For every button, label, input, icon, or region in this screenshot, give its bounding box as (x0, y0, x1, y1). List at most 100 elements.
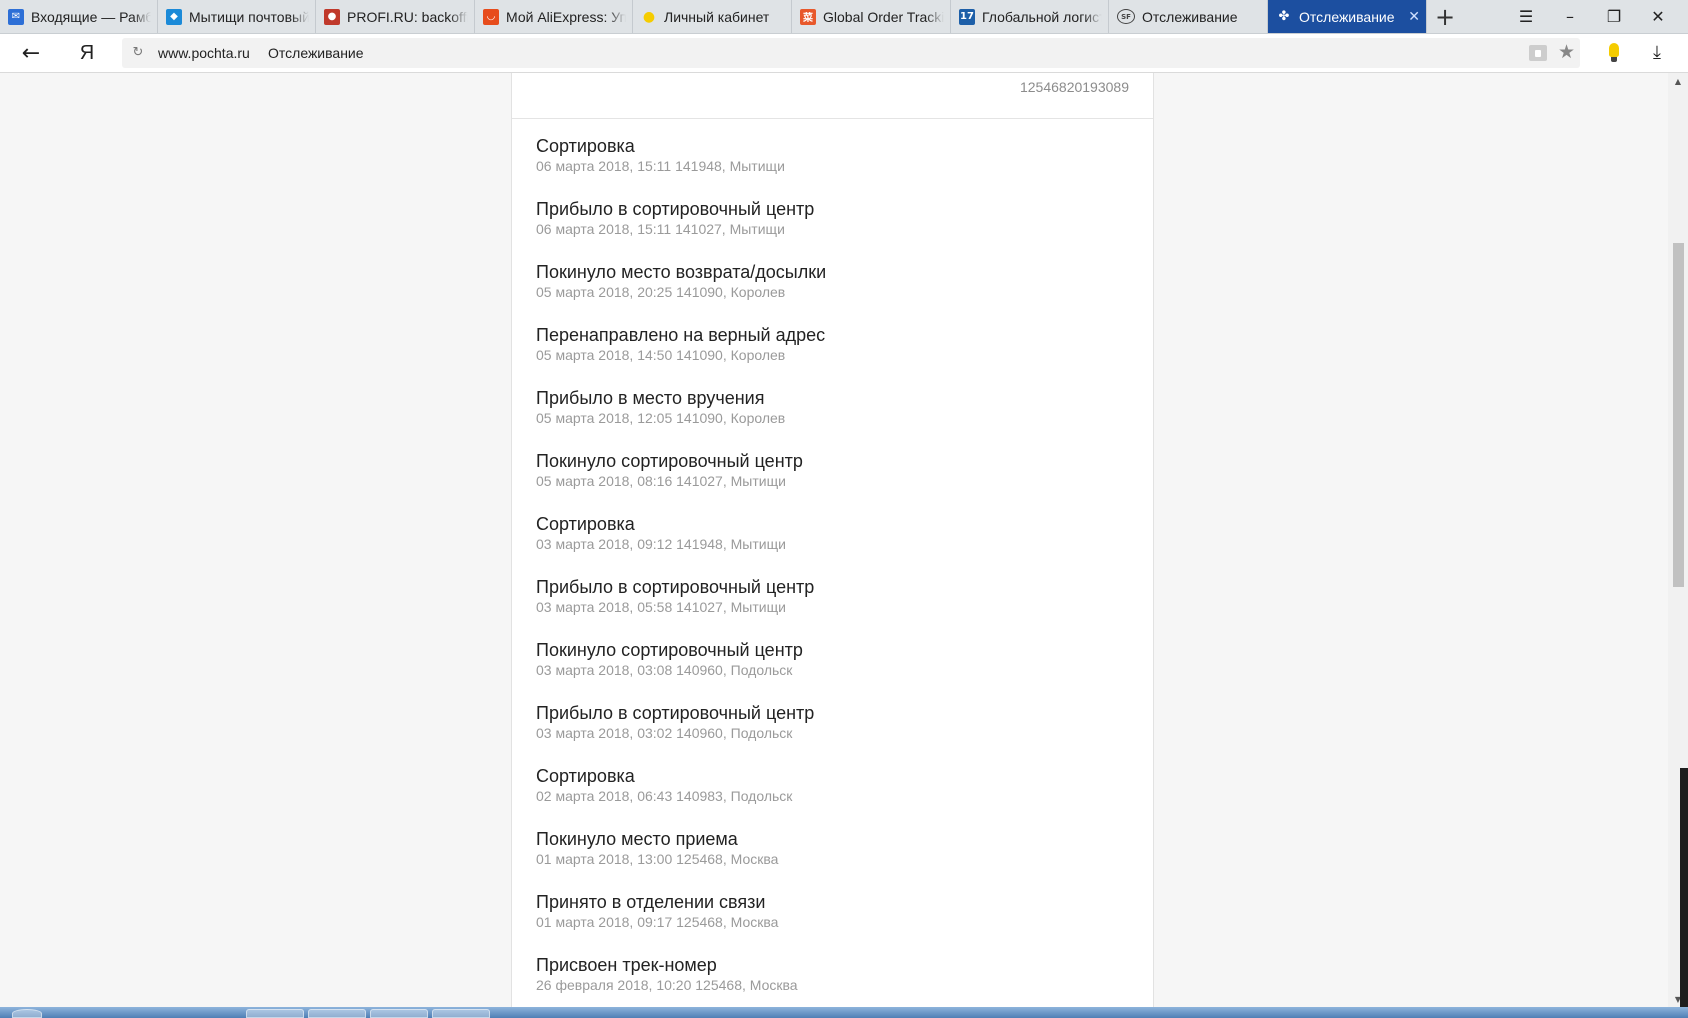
tab-tracking-pochta[interactable]: ✤ Отслеживание ✕ (1268, 0, 1427, 33)
taskbar-button[interactable] (246, 1009, 304, 1018)
close-window-icon[interactable]: ✕ (1636, 0, 1680, 33)
bulb-icon: ● (642, 8, 656, 25)
tab-mytishchi-index[interactable]: ◆ Мытищи почтовый индекс (158, 0, 316, 33)
tab-label: Отслеживание (1142, 8, 1238, 25)
sf-icon: SF (1117, 9, 1135, 24)
event-meta: 05 марта 2018, 12:05 141090, Королев (536, 410, 786, 426)
address-bar[interactable]: ↻ www.pochta.ru Отслеживание ★ (122, 38, 1580, 68)
event-title: Покинуло место приема (536, 829, 738, 849)
tab-label: Глобальной логистики (982, 8, 1102, 25)
event-meta: 03 марта 2018, 05:58 141027, Мытищи (536, 599, 786, 615)
page-viewport: 12546820193089 Сортировка 06 марта 2018,… (0, 73, 1668, 1007)
event-title: Прибыло в сортировочный центр (536, 577, 815, 597)
menu-icon[interactable]: ☰ (1504, 0, 1548, 33)
taskbar-button[interactable] (370, 1009, 428, 1018)
tracking-card: 12546820193089 Сортировка 06 марта 2018,… (511, 73, 1154, 1007)
history-item: Присвоен трек-номер 26 февраля 2018, 10:… (536, 954, 1136, 1007)
tab-label: Мой AliExpress: Управление (506, 8, 626, 25)
event-meta: 03 марта 2018, 03:08 140960, Подольск (536, 662, 793, 678)
tab-aliexpress[interactable]: ◡ Мой AliExpress: Управление (475, 0, 633, 33)
new-tab-icon[interactable]: + (1432, 0, 1458, 33)
event-title: Сортировка (536, 766, 635, 786)
tracking-history: Сортировка 06 марта 2018, 15:11 141948, … (536, 135, 1136, 1007)
event-meta: 26 февраля 2018, 10:20 125468, Москва (536, 977, 798, 993)
os-taskbar (0, 1007, 1688, 1018)
history-item: Сортировка 02 марта 2018, 06:43 140983, … (536, 765, 1136, 828)
history-item: Покинуло место приема 01 марта 2018, 13:… (536, 828, 1136, 891)
event-title: Прибыло в сортировочный центр (536, 703, 815, 723)
tab-label: Отслеживание (1299, 8, 1395, 25)
history-item: Покинуло место возврата/досылки 05 марта… (536, 261, 1136, 324)
history-item: Сортировка 06 марта 2018, 15:11 141948, … (536, 135, 1136, 198)
yandex-icon[interactable]: Я (74, 40, 100, 66)
download-icon[interactable]: ⤓ (1646, 39, 1668, 65)
event-meta: 06 марта 2018, 15:11 141027, Мытищи (536, 221, 785, 237)
history-item: Сортировка 03 марта 2018, 09:12 141948, … (536, 513, 1136, 576)
taskbar-button[interactable] (12, 1009, 42, 1018)
event-title: Покинуло место возврата/досылки (536, 262, 827, 282)
mail-icon: ✉ (8, 8, 24, 25)
url-page-title: Отслеживание (268, 45, 364, 61)
tab-tracking-sf[interactable]: SF Отслеживание (1109, 0, 1268, 33)
back-arrow-icon[interactable]: ← (18, 40, 44, 66)
event-title: Покинуло сортировочный центр (536, 640, 803, 660)
reload-icon[interactable]: ↻ (130, 44, 146, 60)
tab-global-logistics[interactable]: 17 Глобальной логистики (951, 0, 1109, 33)
restore-icon[interactable]: ❐ (1592, 0, 1636, 33)
history-item: Покинуло сортировочный центр 03 марта 20… (536, 639, 1136, 702)
close-tab-icon[interactable]: ✕ (1408, 8, 1420, 25)
tab-label: Global Order Tracking (823, 8, 944, 25)
tab-label: PROFI.RU: backoffice (347, 8, 468, 25)
event-meta: 01 марта 2018, 09:17 125468, Москва (536, 914, 779, 930)
event-meta: 03 марта 2018, 09:12 141948, Мытищи (536, 536, 786, 552)
taskbar-button[interactable] (432, 1009, 490, 1018)
event-title: Сортировка (536, 514, 635, 534)
history-item: Перенаправлено на верный адрес 05 марта … (536, 324, 1136, 387)
bookmark-star-icon[interactable]: ★ (1558, 41, 1575, 63)
bulb-icon[interactable] (1609, 43, 1619, 62)
track-number: 12546820193089 (1019, 79, 1129, 95)
event-title: Прибыло в место вручения (536, 388, 765, 408)
track17-icon: 17 (959, 8, 975, 25)
tab-personal-account[interactable]: ● Личный кабинет (633, 0, 792, 33)
cainiao-icon: 菜 (800, 8, 816, 25)
tab-profi-backoffice[interactable]: ● PROFI.RU: backoffice (316, 0, 475, 33)
event-meta: 05 марта 2018, 14:50 141090, Королев (536, 347, 786, 363)
taskbar-button[interactable] (308, 1009, 366, 1018)
event-title: Присвоен трек-номер (536, 955, 717, 975)
scroll-thumb[interactable] (1673, 243, 1684, 587)
event-title: Принято в отделении связи (536, 892, 766, 912)
event-title: Перенаправлено на верный адрес (536, 325, 826, 345)
history-item: Прибыло в сортировочный центр 03 марта 2… (536, 702, 1136, 765)
tab-label: Входящие — Рамблер (31, 8, 151, 25)
cube-icon: ◆ (166, 8, 182, 25)
tracking-card-header: 12546820193089 (512, 73, 1153, 119)
tab-rambler-inbox[interactable]: ✉ Входящие — Рамблер (0, 0, 158, 33)
history-item: Принято в отделении связи 01 марта 2018,… (536, 891, 1136, 954)
lock-icon[interactable] (1529, 45, 1547, 61)
profi-icon: ● (324, 8, 340, 25)
history-item: Прибыло в сортировочный центр 06 марта 2… (536, 198, 1136, 261)
history-item: Прибыло в сортировочный центр 03 марта 2… (536, 576, 1136, 639)
tab-global-order-tracking[interactable]: 菜 Global Order Tracking (792, 0, 951, 33)
event-meta: 03 марта 2018, 03:02 140960, Подольск (536, 725, 793, 741)
minimize-icon[interactable]: – (1548, 0, 1592, 33)
eagle-icon: ✤ (1278, 9, 1290, 24)
aliexpress-icon: ◡ (483, 8, 499, 25)
event-meta: 05 марта 2018, 08:16 141027, Мытищи (536, 473, 786, 489)
tab-strip: ✉ Входящие — Рамблер ◆ Мытищи почтовый и… (0, 0, 1688, 34)
window-edge (1680, 768, 1688, 1007)
scroll-up-icon[interactable]: ▲ (1668, 73, 1688, 89)
tab-label: Мытищи почтовый индекс (189, 8, 309, 25)
url-domain: www.pochta.ru (158, 45, 250, 61)
history-item: Покинуло сортировочный центр 05 марта 20… (536, 450, 1136, 513)
event-title: Сортировка (536, 136, 635, 156)
event-title: Прибыло в сортировочный центр (536, 199, 815, 219)
event-meta: 01 марта 2018, 13:00 125468, Москва (536, 851, 779, 867)
event-meta: 05 марта 2018, 20:25 141090, Королев (536, 284, 786, 300)
event-title: Покинуло сортировочный центр (536, 451, 803, 471)
event-meta: 06 марта 2018, 15:11 141948, Мытищи (536, 158, 785, 174)
history-item: Прибыло в место вручения 05 марта 2018, … (536, 387, 1136, 450)
tab-label: Личный кабинет (664, 8, 770, 25)
browser-toolbar: ← Я ↻ www.pochta.ru Отслеживание ★ ⤓ (0, 34, 1688, 73)
